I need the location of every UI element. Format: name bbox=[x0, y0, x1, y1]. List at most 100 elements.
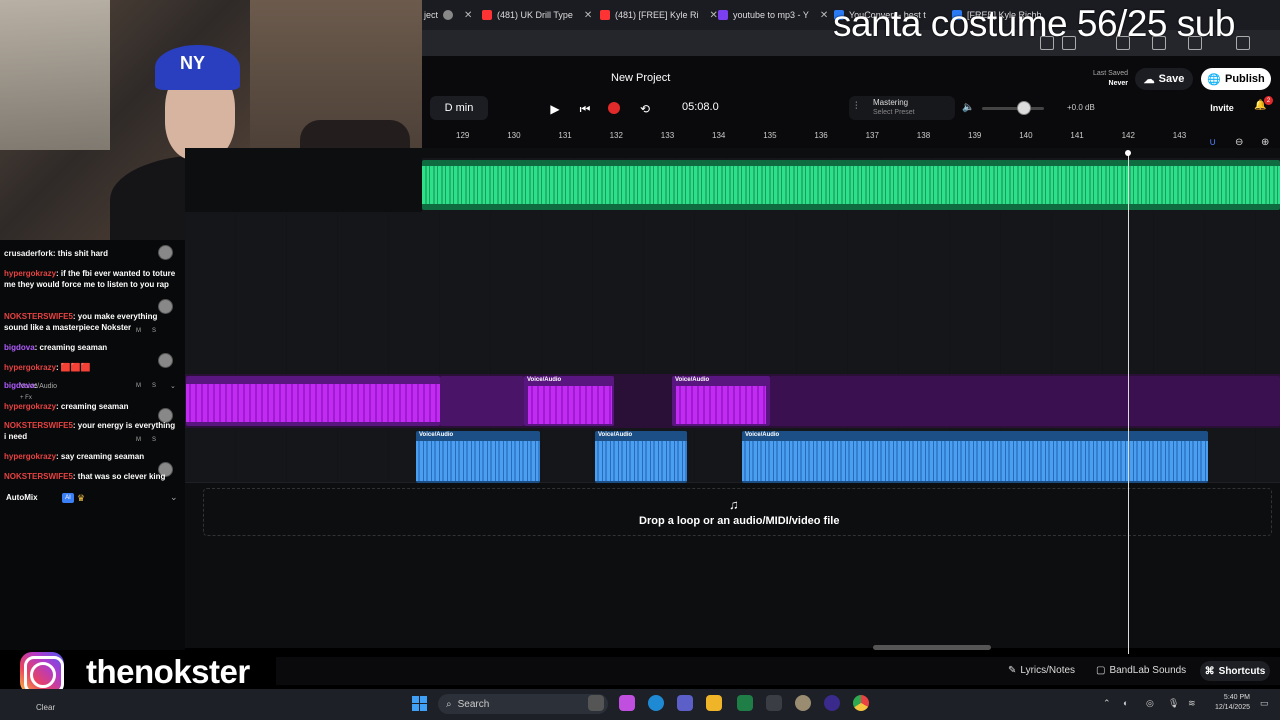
chat-message: hypergokrazy: creaming seaman bbox=[4, 401, 176, 412]
clip-title: Voice/Audio bbox=[598, 432, 633, 438]
weather-widget[interactable]: Clear bbox=[36, 703, 55, 712]
last-saved-value: Never bbox=[1108, 80, 1128, 87]
app-icon[interactable] bbox=[766, 695, 782, 711]
tab-label: (481) UK Drill Type bbox=[497, 10, 573, 20]
record-button[interactable] bbox=[608, 102, 620, 114]
chat-text: : that was so clever king bbox=[72, 472, 166, 481]
chat-message: hypergokrazy: 🟥🟥🟥 bbox=[4, 362, 176, 373]
taskbar-clock[interactable]: 5:40 PM 12/14/2025 bbox=[1200, 693, 1250, 713]
audio-clip[interactable]: Voice/Audio bbox=[672, 376, 770, 426]
save-label: Save bbox=[1158, 73, 1185, 85]
track-header-panel bbox=[0, 240, 185, 650]
obs-icon[interactable] bbox=[824, 695, 840, 711]
tray-app-icon[interactable]: ◐ bbox=[1123, 698, 1128, 708]
add-music-icon: ♫ bbox=[729, 497, 739, 512]
tray-expand-icon[interactable]: ⌃ bbox=[1103, 698, 1111, 709]
ruler-tick-label: 131 bbox=[558, 131, 572, 140]
tray-app-icon[interactable]: ◎ bbox=[1146, 698, 1154, 709]
globe-icon: 🌐 bbox=[1207, 73, 1221, 86]
teams-icon[interactable] bbox=[677, 695, 693, 711]
chat-username: hypergokrazy bbox=[4, 402, 57, 411]
browser-tab[interactable]: (481) UK Drill Type ✕ bbox=[482, 4, 592, 26]
microphone-icon[interactable]: 🎙 bbox=[1168, 698, 1179, 709]
track-lane bbox=[185, 212, 1280, 267]
skip-back-icon[interactable]: ⏮ bbox=[577, 101, 593, 117]
yahoo-favicon bbox=[718, 10, 728, 20]
audio-clip[interactable] bbox=[422, 160, 1280, 210]
file-explorer-icon[interactable] bbox=[706, 695, 722, 711]
project-title[interactable]: New Project bbox=[611, 72, 670, 84]
wifi-icon[interactable]: ≋ bbox=[1188, 698, 1196, 709]
app-icon[interactable] bbox=[795, 695, 811, 711]
edge-icon[interactable] bbox=[648, 695, 664, 711]
clip-title: Voice/Audio bbox=[527, 377, 562, 383]
browser-tab[interactable]: youtube to mp3 - Y ✕ bbox=[718, 4, 828, 26]
browser-tab[interactable]: (481) [FREE] Kyle Ri ✕ bbox=[600, 4, 718, 26]
shortcuts-button[interactable]: ⌘ Shortcuts bbox=[1200, 661, 1270, 681]
chat-username: hypergokrazy bbox=[4, 269, 57, 278]
ruler-tick-label: 129 bbox=[456, 131, 470, 140]
chat-message: NOKSTERSWIFE5: that was so clever king bbox=[4, 471, 176, 482]
audio-clip[interactable]: Voice/Audio bbox=[524, 376, 614, 426]
bandlab-sounds-button[interactable]: ▢ BandLab Sounds bbox=[1096, 665, 1186, 676]
chat-username: NOKSTERSWIFE5 bbox=[4, 312, 73, 321]
chrome-icon[interactable] bbox=[853, 695, 869, 711]
copilot-icon[interactable] bbox=[619, 695, 635, 711]
play-icon[interactable]: ▶ bbox=[547, 101, 563, 117]
last-saved-label: Last Saved bbox=[1092, 70, 1128, 77]
publish-button[interactable]: 🌐 Publish bbox=[1201, 68, 1271, 90]
mastering-sliders-icon: ⫶ bbox=[855, 101, 858, 112]
pen-icon: ✎ bbox=[1008, 665, 1017, 676]
chat-text: : say creaming seaman bbox=[56, 452, 145, 461]
crown-icon: ♛ bbox=[77, 493, 86, 503]
profile-icon[interactable] bbox=[1236, 36, 1250, 50]
search-icon: ⌕ bbox=[446, 698, 452, 710]
ruler-tick-label: 135 bbox=[763, 131, 777, 140]
playhead[interactable] bbox=[1128, 152, 1129, 654]
notification-badge: 2 bbox=[1264, 96, 1273, 105]
chevron-down-icon[interactable]: ⌄ bbox=[170, 492, 178, 503]
audio-clip[interactable]: Voice/Audio bbox=[595, 431, 687, 483]
audio-clip[interactable]: Voice/Audio bbox=[742, 431, 1208, 483]
audio-clip-empty-region[interactable] bbox=[440, 376, 524, 426]
timeline-ruler[interactable] bbox=[422, 126, 1280, 148]
playhead-handle[interactable] bbox=[1125, 150, 1131, 156]
tab-close-icon[interactable]: ✕ bbox=[710, 10, 718, 21]
chat-text: : 🟥🟥🟥 bbox=[56, 363, 91, 372]
automix-label[interactable]: AutoMix bbox=[6, 493, 38, 502]
tab-close-icon[interactable]: ✕ bbox=[464, 10, 472, 21]
invite-button[interactable]: Invite bbox=[1203, 99, 1241, 117]
notification-icon[interactable]: ▭ bbox=[1260, 698, 1269, 709]
audio-clip[interactable]: Voice/Audio bbox=[416, 431, 540, 483]
track-lane bbox=[185, 320, 1280, 375]
tab-close-icon[interactable]: ✕ bbox=[820, 10, 828, 21]
key-selector[interactable]: D min bbox=[430, 96, 488, 120]
volume-db-readout: +0.0 dB bbox=[1067, 103, 1095, 112]
ruler-tick-label: 143 bbox=[1172, 131, 1187, 140]
drop-zone-text: Drop a loop or an audio/MIDI/video file bbox=[639, 515, 840, 527]
task-view-icon[interactable] bbox=[588, 695, 604, 711]
zoom-in-icon[interactable]: ⊕ bbox=[1261, 137, 1269, 148]
save-button[interactable]: ☁ Save bbox=[1135, 68, 1193, 90]
tab-close-icon[interactable]: ✕ bbox=[584, 10, 592, 21]
chat-username: bigdova bbox=[4, 343, 35, 352]
chat-text: : bbox=[34, 381, 38, 390]
browser-tab[interactable]: ject ✕ bbox=[424, 4, 472, 26]
chat-message: hypergokrazy: if the fbi ever wanted to … bbox=[4, 268, 176, 290]
zoom-out-icon[interactable]: ⊖ bbox=[1235, 137, 1243, 148]
excel-icon[interactable] bbox=[737, 695, 753, 711]
volume-slider-knob[interactable] bbox=[1017, 101, 1031, 115]
tab-favicon bbox=[443, 10, 454, 20]
taskbar-search[interactable]: ⌕ Search bbox=[438, 694, 608, 714]
publish-label: Publish bbox=[1224, 73, 1265, 85]
loop-icon[interactable]: ⟲ bbox=[637, 101, 653, 117]
lyrics-notes-button[interactable]: ✎ Lyrics/Notes bbox=[1008, 665, 1075, 676]
snap-magnet-icon[interactable]: ∪ bbox=[1209, 137, 1216, 148]
audio-clip[interactable] bbox=[186, 376, 440, 426]
horizontal-scrollbar[interactable] bbox=[873, 645, 991, 650]
volume-mute-icon[interactable]: 🔈 bbox=[962, 102, 974, 113]
volume-slider[interactable] bbox=[982, 107, 1044, 110]
windows-start-icon[interactable] bbox=[412, 696, 427, 711]
drop-zone[interactable] bbox=[203, 488, 1272, 536]
chat-text: : this shit hard bbox=[52, 249, 109, 258]
